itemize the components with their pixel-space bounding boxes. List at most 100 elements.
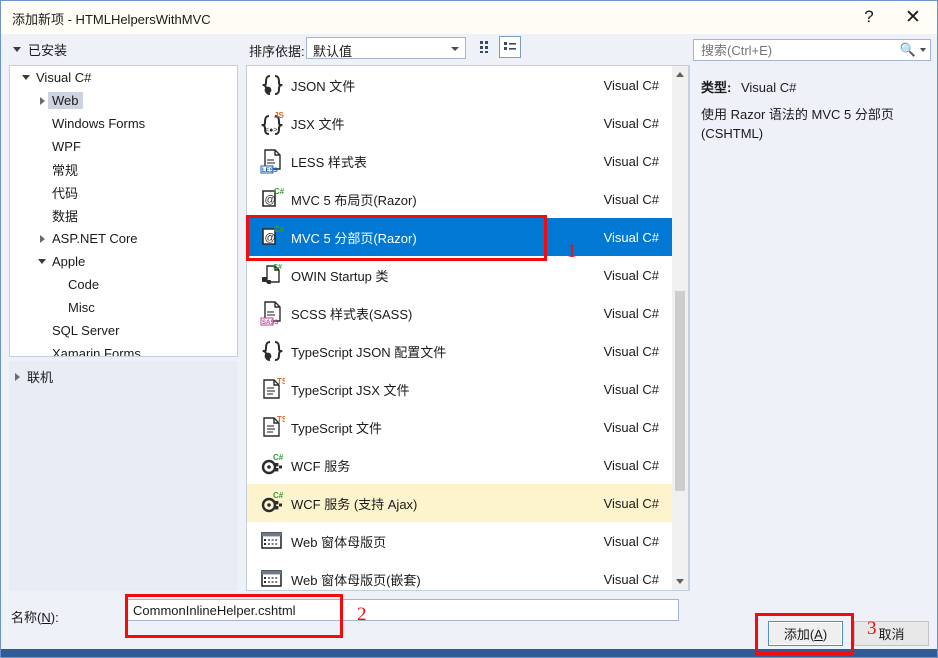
type-line: 类型: Visual C# — [701, 77, 796, 96]
list-item-label: SCSS 样式表(SASS) — [291, 306, 413, 322]
sidebar-item-[interactable]: 常规 — [10, 158, 237, 181]
list-item-language: Visual C# — [603, 571, 659, 587]
list-item-language: Visual C# — [603, 267, 659, 283]
list-item-language: Visual C# — [603, 457, 659, 473]
list-item-label: MVC 5 布局页(Razor) — [291, 192, 417, 208]
sidebar-item-windows-forms[interactable]: Windows Forms — [10, 112, 237, 135]
sort-by-dropdown[interactable]: 默认值 — [306, 37, 466, 59]
list-item[interactable]: <●> JS JSX 文件 Visual C# — [247, 104, 673, 142]
chevron-down-icon — [451, 47, 459, 51]
list-item[interactable]: JSON 文件 Visual C# — [247, 66, 673, 104]
sidebar-item-sql-server[interactable]: SQL Server — [10, 319, 237, 342]
list-item-label: JSX 文件 — [291, 116, 345, 132]
bottom-strip — [1, 649, 937, 657]
svg-text:C#: C# — [273, 491, 284, 500]
list-item[interactable]: TypeScript JSON 配置文件 Visual C# — [247, 332, 673, 370]
list-item[interactable]: C# WCF 服务 Visual C# — [247, 446, 673, 484]
json-file-icon — [253, 72, 291, 98]
svg-text:TS: TS — [277, 415, 285, 424]
online-section-header[interactable]: 联机 — [15, 367, 53, 386]
list-item-label: WCF 服务 — [291, 458, 351, 474]
online-panel: 联机 — [9, 361, 238, 591]
sidebar-item-misc[interactable]: Misc — [10, 296, 237, 319]
list-item[interactable]: SASS SCSS 样式表(SASS) Visual C# — [247, 294, 673, 332]
sidebar-item-label: Apple — [52, 254, 86, 269]
list-item-language: Visual C# — [603, 381, 659, 397]
search-input[interactable] — [699, 40, 893, 62]
sidebar-item-label: Code — [68, 277, 100, 292]
sort-by-value: 默认值 — [313, 44, 353, 59]
list-item[interactable]: @ C# MVC 5 分部页(Razor) Visual C# — [247, 218, 673, 256]
list-item[interactable]: LESS LESS 样式表 Visual C# — [247, 142, 673, 180]
panel-divider — [689, 65, 690, 591]
sidebar-item-[interactable]: 代码 — [10, 181, 237, 204]
less-stylesheet-icon: LESS — [253, 148, 291, 174]
type-value: Visual C# — [740, 80, 797, 95]
list-item-label: Web 窗体母版页 — [291, 534, 387, 550]
list-item-label: TypeScript JSON 配置文件 — [291, 344, 447, 360]
list-item[interactable]: C# WCF 服务 (支持 Ajax) Visual C# — [247, 484, 673, 522]
typescript-file-icon: TS — [253, 414, 291, 440]
chevron-down-icon[interactable] — [920, 48, 926, 52]
list-view-icon[interactable] — [499, 36, 521, 58]
jsx-file-icon: <●> JS — [253, 110, 291, 136]
svg-text:TS: TS — [277, 377, 285, 386]
installed-section-header[interactable]: 已安装 — [13, 40, 67, 59]
list-item-language: Visual C# — [603, 495, 659, 511]
close-icon[interactable]: ✕ — [891, 1, 935, 33]
list-item-label: JSON 文件 — [291, 78, 356, 94]
scrollbar-thumb[interactable] — [675, 291, 685, 491]
sidebar-item-[interactable]: 数据 — [10, 204, 237, 227]
grid-view-icon[interactable] — [475, 36, 497, 58]
help-icon[interactable]: ? — [847, 1, 891, 33]
add-new-item-dialog: 添加新项 - HTMLHelpersWithMVC ? ✕ 已安装 排序依据: … — [0, 0, 938, 658]
svg-text:LESS: LESS — [262, 168, 278, 174]
search-icon[interactable]: 🔍 — [900, 42, 916, 58]
sidebar-item-xamarin-forms[interactable]: Xamarin.Forms — [10, 342, 237, 356]
chevron-down-icon — [13, 47, 21, 52]
chevron-down-icon[interactable] — [36, 259, 48, 264]
sidebar-item-label: ASP.NET Core — [52, 231, 138, 246]
list-item[interactable]: @ C# MVC 5 布局页(Razor) Visual C# — [247, 180, 673, 218]
annotation-number-3: 3 — [867, 618, 877, 639]
list-item[interactable]: TS TypeScript JSX 文件 Visual C# — [247, 370, 673, 408]
sidebar-item-asp-net-core[interactable]: ASP.NET Core — [10, 227, 237, 250]
list-item[interactable]: Web 窗体母版页(嵌套) Visual C# — [247, 560, 673, 590]
chevron-down-icon[interactable] — [20, 75, 32, 80]
list-item-language: Visual C# — [603, 229, 659, 245]
owin-startup-icon: C# — [253, 262, 291, 288]
sidebar-item-wpf[interactable]: WPF — [10, 135, 237, 158]
online-label: 联机 — [27, 370, 54, 385]
cancel-button[interactable]: 取消 — [854, 621, 929, 646]
cancel-button-label: 取消 — [878, 627, 905, 642]
sidebar-item-code[interactable]: Code — [10, 273, 237, 296]
sort-by-label: 排序依据: — [249, 44, 305, 59]
svg-text:<●>: <●> — [265, 127, 277, 134]
list-item-language: Visual C# — [603, 191, 659, 207]
sidebar-item-apple[interactable]: Apple — [10, 250, 237, 273]
chevron-right-icon[interactable] — [36, 96, 48, 105]
search-box[interactable]: 🔍 — [693, 39, 931, 62]
scroll-down-icon[interactable] — [672, 573, 688, 590]
list-item-label: MVC 5 分部页(Razor) — [291, 230, 417, 246]
list-item-language: Visual C# — [603, 419, 659, 435]
list-item-label: OWIN Startup 类 — [291, 268, 389, 284]
list-item[interactable]: TS TypeScript 文件 Visual C# — [247, 408, 673, 446]
svg-text:C#: C# — [274, 187, 285, 196]
scroll-up-icon[interactable] — [672, 66, 688, 83]
list-item[interactable]: Web 窗体母版页 Visual C# — [247, 522, 673, 560]
list-item-label: TypeScript 文件 — [291, 420, 383, 436]
sidebar-item-web[interactable]: Web — [10, 89, 237, 112]
list-scrollbar[interactable] — [672, 66, 688, 590]
name-label: 名称(N): — [11, 610, 59, 625]
name-input[interactable] — [127, 599, 679, 621]
template-description: 使用 Razor 语法的 MVC 5 分部页 (CSHTML) — [701, 107, 894, 141]
typescript-jsx-icon: TS — [253, 376, 291, 402]
template-list[interactable]: JSON 文件 Visual C# <●> JS JSX 文件 Visual C# LESS… — [246, 65, 689, 591]
chevron-right-icon[interactable] — [36, 234, 48, 243]
razor-layout-icon: @ C# — [253, 186, 291, 212]
sidebar-item-visual-c[interactable]: Visual C# — [10, 66, 237, 89]
add-button[interactable]: 添加(A) — [768, 621, 843, 646]
category-tree[interactable]: Visual C# Web Windows Forms WPF 常规 代码 数据 ASP.NE… — [9, 65, 238, 357]
list-item[interactable]: C# OWIN Startup 类 Visual C# — [247, 256, 673, 294]
